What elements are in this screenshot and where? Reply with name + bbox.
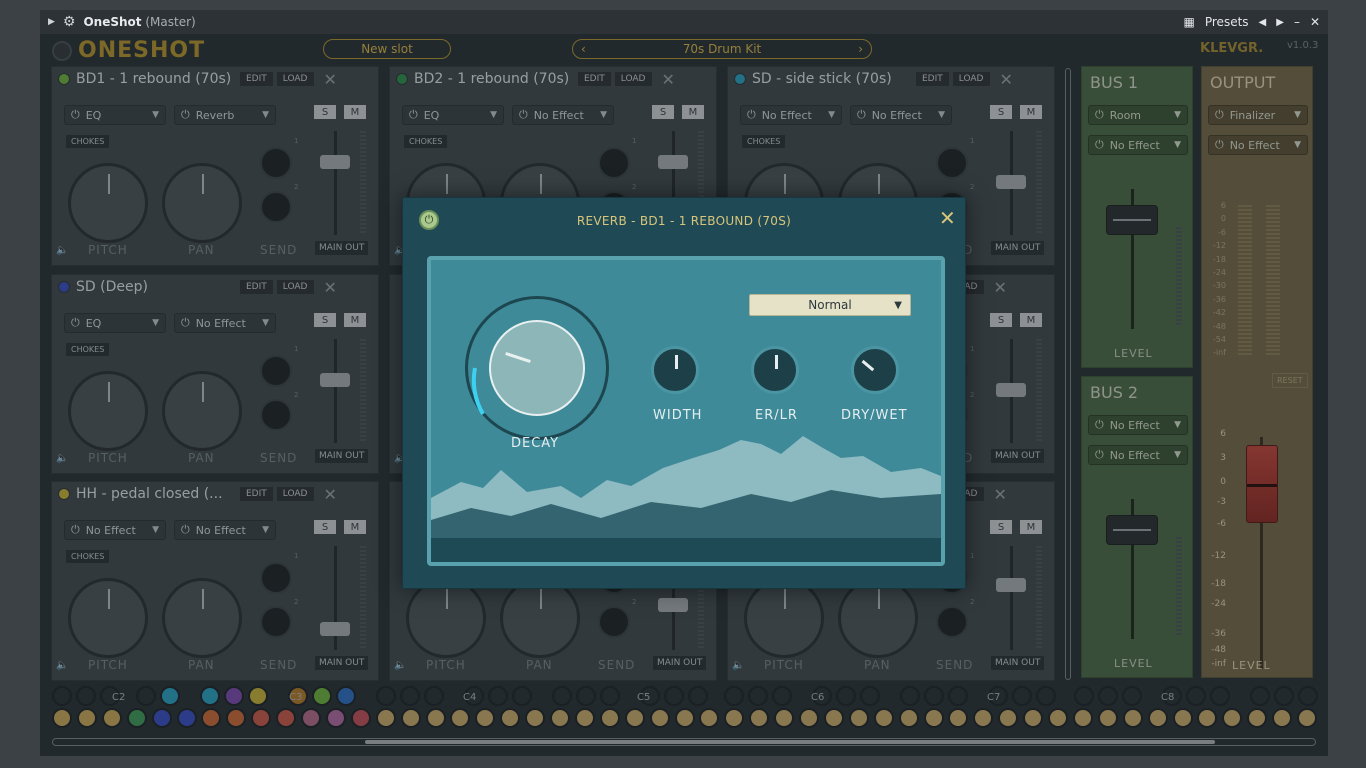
- mountain-graphic: [431, 436, 941, 562]
- dry-wet-pointer: [861, 359, 875, 372]
- expand-arrow-icon[interactable]: ▶: [48, 17, 55, 27]
- width-pointer: [675, 355, 678, 369]
- reverb-modal: ⏻ REVERB - BD1 - 1 REBOUND (70S) ✕ Norma…: [402, 197, 966, 589]
- prev-preset-icon[interactable]: ◀: [1259, 17, 1267, 28]
- width-label: WIDTH: [653, 408, 703, 423]
- er-lr-knob[interactable]: [751, 346, 799, 394]
- reverb-mode-value: Normal: [808, 298, 852, 312]
- modal-title: REVERB - BD1 - 1 REBOUND (70S): [576, 214, 792, 228]
- width-knob[interactable]: [651, 346, 699, 394]
- minimize-icon[interactable]: –: [1294, 15, 1300, 29]
- close-icon[interactable]: ✕: [939, 206, 956, 230]
- grid-icon[interactable]: ▦: [1184, 15, 1195, 29]
- chevron-down-icon: ▼: [894, 299, 902, 311]
- decay-knob[interactable]: [489, 320, 585, 416]
- window-titlebar: ▶ ⚙ OneShot (Master) ▦ Presets ◀ ▶ – ✕: [40, 10, 1328, 34]
- dry-wet-label: DRY/WET: [841, 408, 908, 423]
- next-preset-icon[interactable]: ▶: [1276, 17, 1284, 28]
- gear-icon[interactable]: ⚙: [63, 14, 76, 30]
- er-lr-label: ER/LR: [755, 408, 798, 423]
- er-lr-pointer: [775, 355, 778, 369]
- dry-wet-knob[interactable]: [851, 346, 899, 394]
- window-title: OneShot (Master): [83, 15, 196, 29]
- close-window-icon[interactable]: ✕: [1310, 15, 1320, 29]
- presets-label[interactable]: Presets: [1205, 15, 1249, 29]
- reverb-mode-select[interactable]: Normal ▼: [749, 294, 911, 316]
- decay-pointer: [505, 352, 531, 363]
- reverb-panel: Normal ▼ DECAY WIDTH ER/LR DRY/WET: [427, 256, 945, 566]
